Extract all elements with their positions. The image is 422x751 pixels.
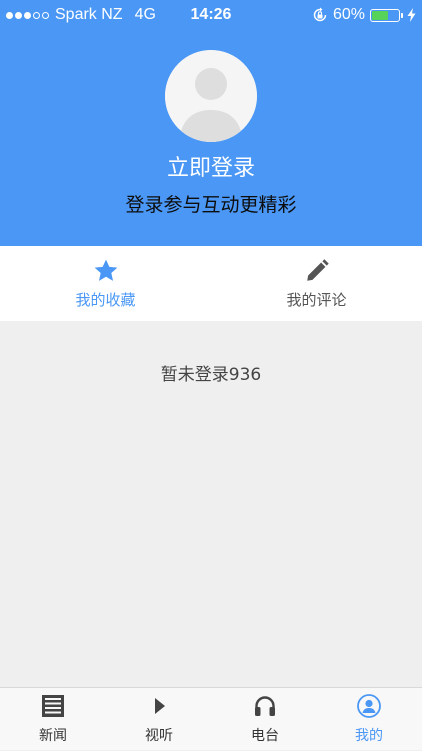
- bottom-navigation: 新闻 视听 电台 我的: [0, 687, 422, 750]
- nav-item-news[interactable]: 新闻: [0, 688, 106, 751]
- nav-item-video[interactable]: 视听: [106, 688, 212, 751]
- tab-comments-label: 我的评论: [286, 291, 347, 309]
- nav-mine-label: 我的: [355, 728, 383, 744]
- tab-comments[interactable]: 我的评论: [211, 246, 422, 321]
- nav-news-label: 新闻: [39, 728, 67, 744]
- charging-bolt-icon: [407, 8, 416, 22]
- play-icon: [155, 698, 165, 714]
- login-title[interactable]: 立即登录: [0, 150, 422, 182]
- newspaper-icon: [42, 695, 64, 717]
- nav-item-radio[interactable]: 电台: [212, 688, 318, 751]
- user-icon: [357, 694, 381, 718]
- battery-level-fill: [372, 10, 388, 20]
- battery-icon: [370, 8, 403, 22]
- battery-percent: 60%: [332, 6, 365, 23]
- rotation-lock-icon: [313, 7, 327, 22]
- default-avatar-icon: [165, 50, 257, 142]
- tab-favorites-label: 我的收藏: [75, 291, 136, 309]
- profile-header: Spark NZ 4G 14:26 60% 立即登录 登录参与互动更精彩: [0, 0, 422, 246]
- empty-state-message: 暂未登录936: [160, 365, 262, 385]
- login-subtitle: 登录参与互动更精彩: [125, 194, 297, 216]
- nav-video-label: 视听: [145, 728, 173, 744]
- status-bar: Spark NZ 4G 14:26 60%: [0, 0, 422, 30]
- pencil-icon: [307, 259, 329, 281]
- nav-item-mine[interactable]: 我的: [316, 688, 422, 751]
- status-right: 60%: [312, 6, 416, 24]
- star-icon: [94, 259, 118, 281]
- profile-tabs: 我的收藏 我的评论: [0, 246, 422, 321]
- headphones-icon: [255, 696, 275, 716]
- nav-radio-label: 电台: [251, 728, 279, 744]
- tab-favorites[interactable]: 我的收藏: [0, 246, 211, 321]
- avatar[interactable]: [165, 50, 257, 142]
